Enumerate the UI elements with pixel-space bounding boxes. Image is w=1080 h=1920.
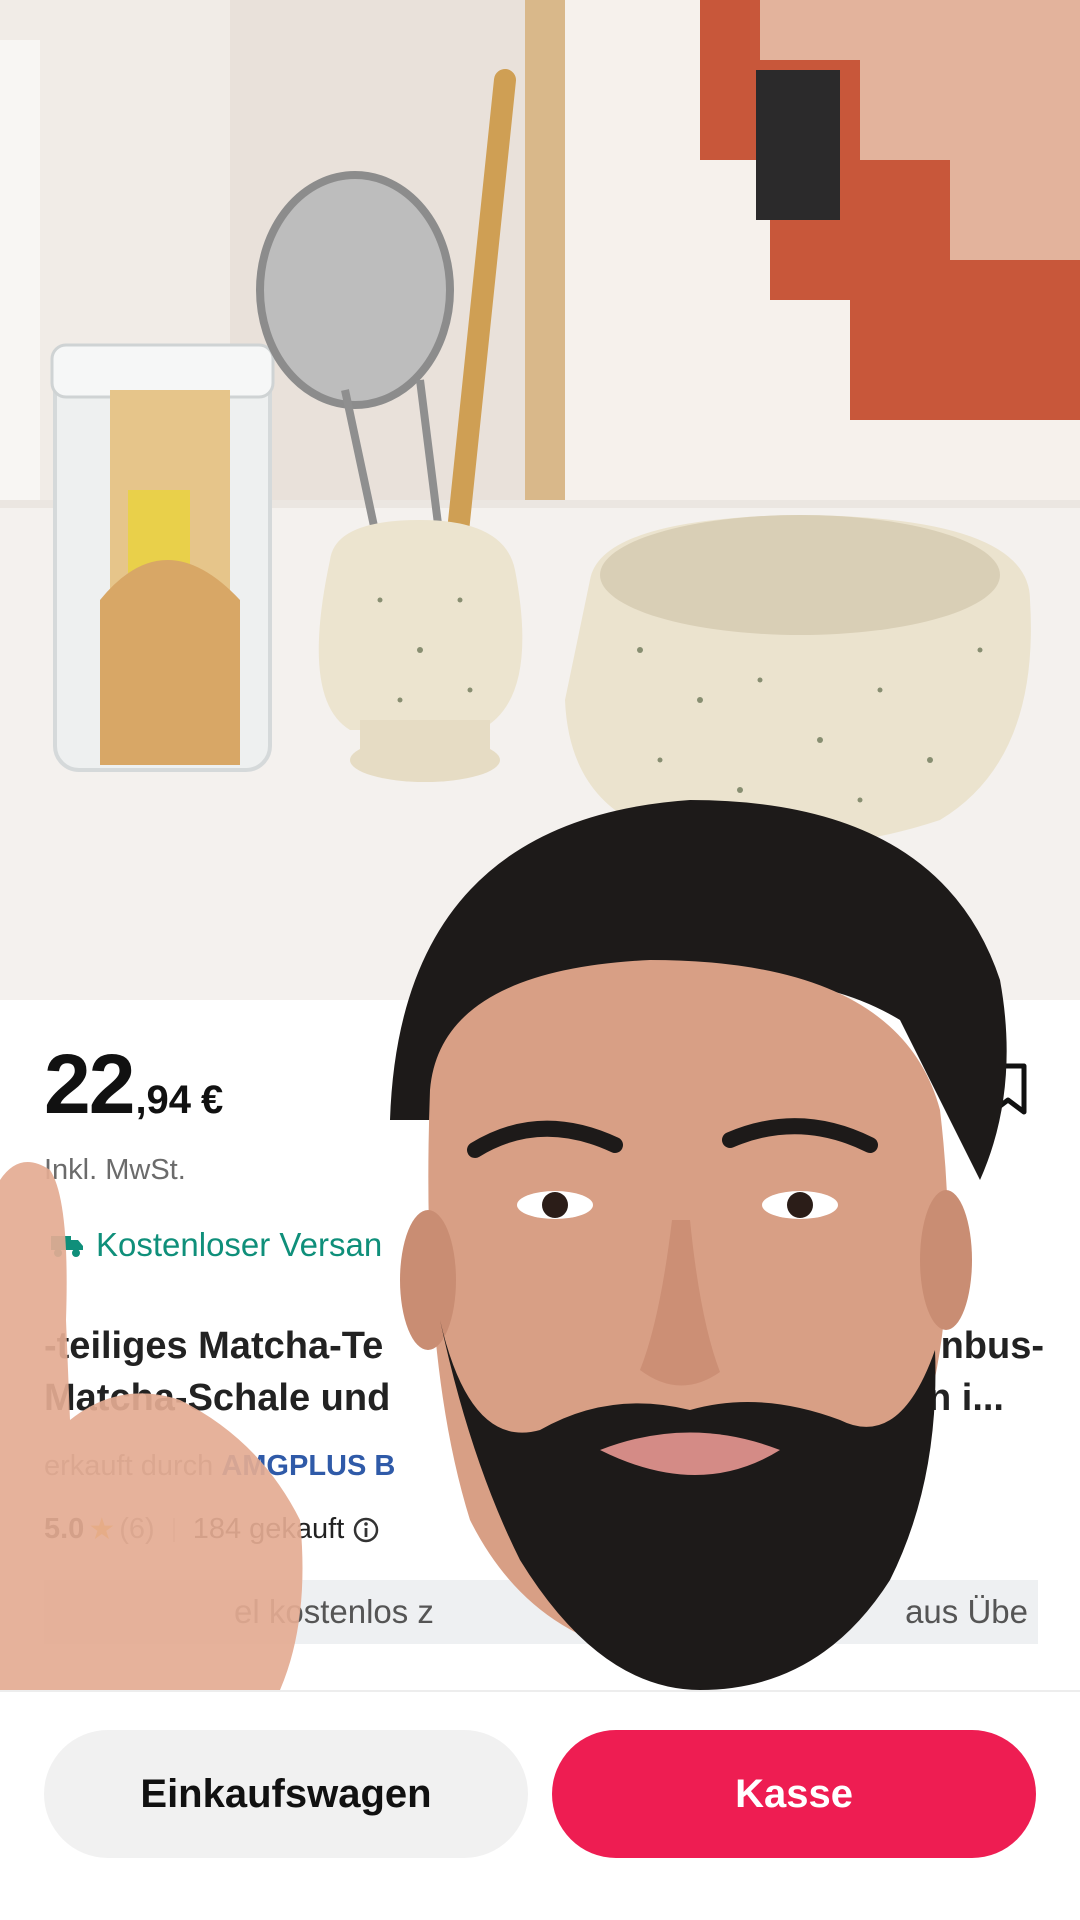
title-line-2: Matcha-Schale und: [44, 1377, 391, 1419]
title-line-1: -teiliges Matcha-Te: [44, 1325, 384, 1367]
product-title[interactable]: -teiliges Matcha-Te nbus- Matcha-Schale …: [44, 1320, 1044, 1424]
price-decimal: ,94: [135, 1078, 192, 1122]
price: 22 ,94 €: [44, 1042, 223, 1126]
free-shipping-label: Kostenloser Versan: [50, 1226, 382, 1264]
sold-by: erkauft durch AMGPLUS B: [44, 1450, 395, 1483]
product-detail-screen: 22 ,94 € Inkl. MwSt. Kostenloser Versan …: [0, 0, 1080, 1920]
sold-by-prefix: erkauft durch: [44, 1450, 214, 1482]
rating-score: 5.0: [44, 1513, 85, 1545]
promo-banner[interactable]: el kostenlos z aus Übe: [44, 1580, 1038, 1644]
tax-note: Inkl. MwSt.: [44, 1154, 186, 1186]
product-image[interactable]: [0, 0, 1080, 1000]
divider: [0, 1690, 1080, 1692]
price-currency: €: [201, 1078, 224, 1122]
checkout-button[interactable]: Kasse: [552, 1730, 1036, 1858]
promo-text-right: aus Übe: [905, 1593, 1028, 1630]
price-integer: 22: [44, 1037, 135, 1131]
info-icon[interactable]: [352, 1516, 380, 1544]
bookmark-icon[interactable]: [984, 1062, 1032, 1118]
truck-icon: [51, 1236, 83, 1257]
star-icon: ★: [88, 1513, 116, 1546]
shipping-text: Kostenloser Versan: [96, 1226, 383, 1263]
promo-text-left: el kostenlos z: [234, 1593, 434, 1630]
title-line-2-end: rn i...: [913, 1377, 1004, 1419]
review-count: (6): [119, 1513, 155, 1545]
seller-link[interactable]: AMGPLUS B: [221, 1450, 395, 1482]
sold-count: 184 gekauft: [192, 1513, 345, 1545]
separator: [172, 1517, 175, 1542]
rating-row[interactable]: 5.0 ★ (6) 184 gekauft: [44, 1512, 380, 1547]
title-line-1-end: nbus-: [940, 1325, 1044, 1367]
add-to-cart-button[interactable]: Einkaufswagen: [44, 1730, 528, 1858]
